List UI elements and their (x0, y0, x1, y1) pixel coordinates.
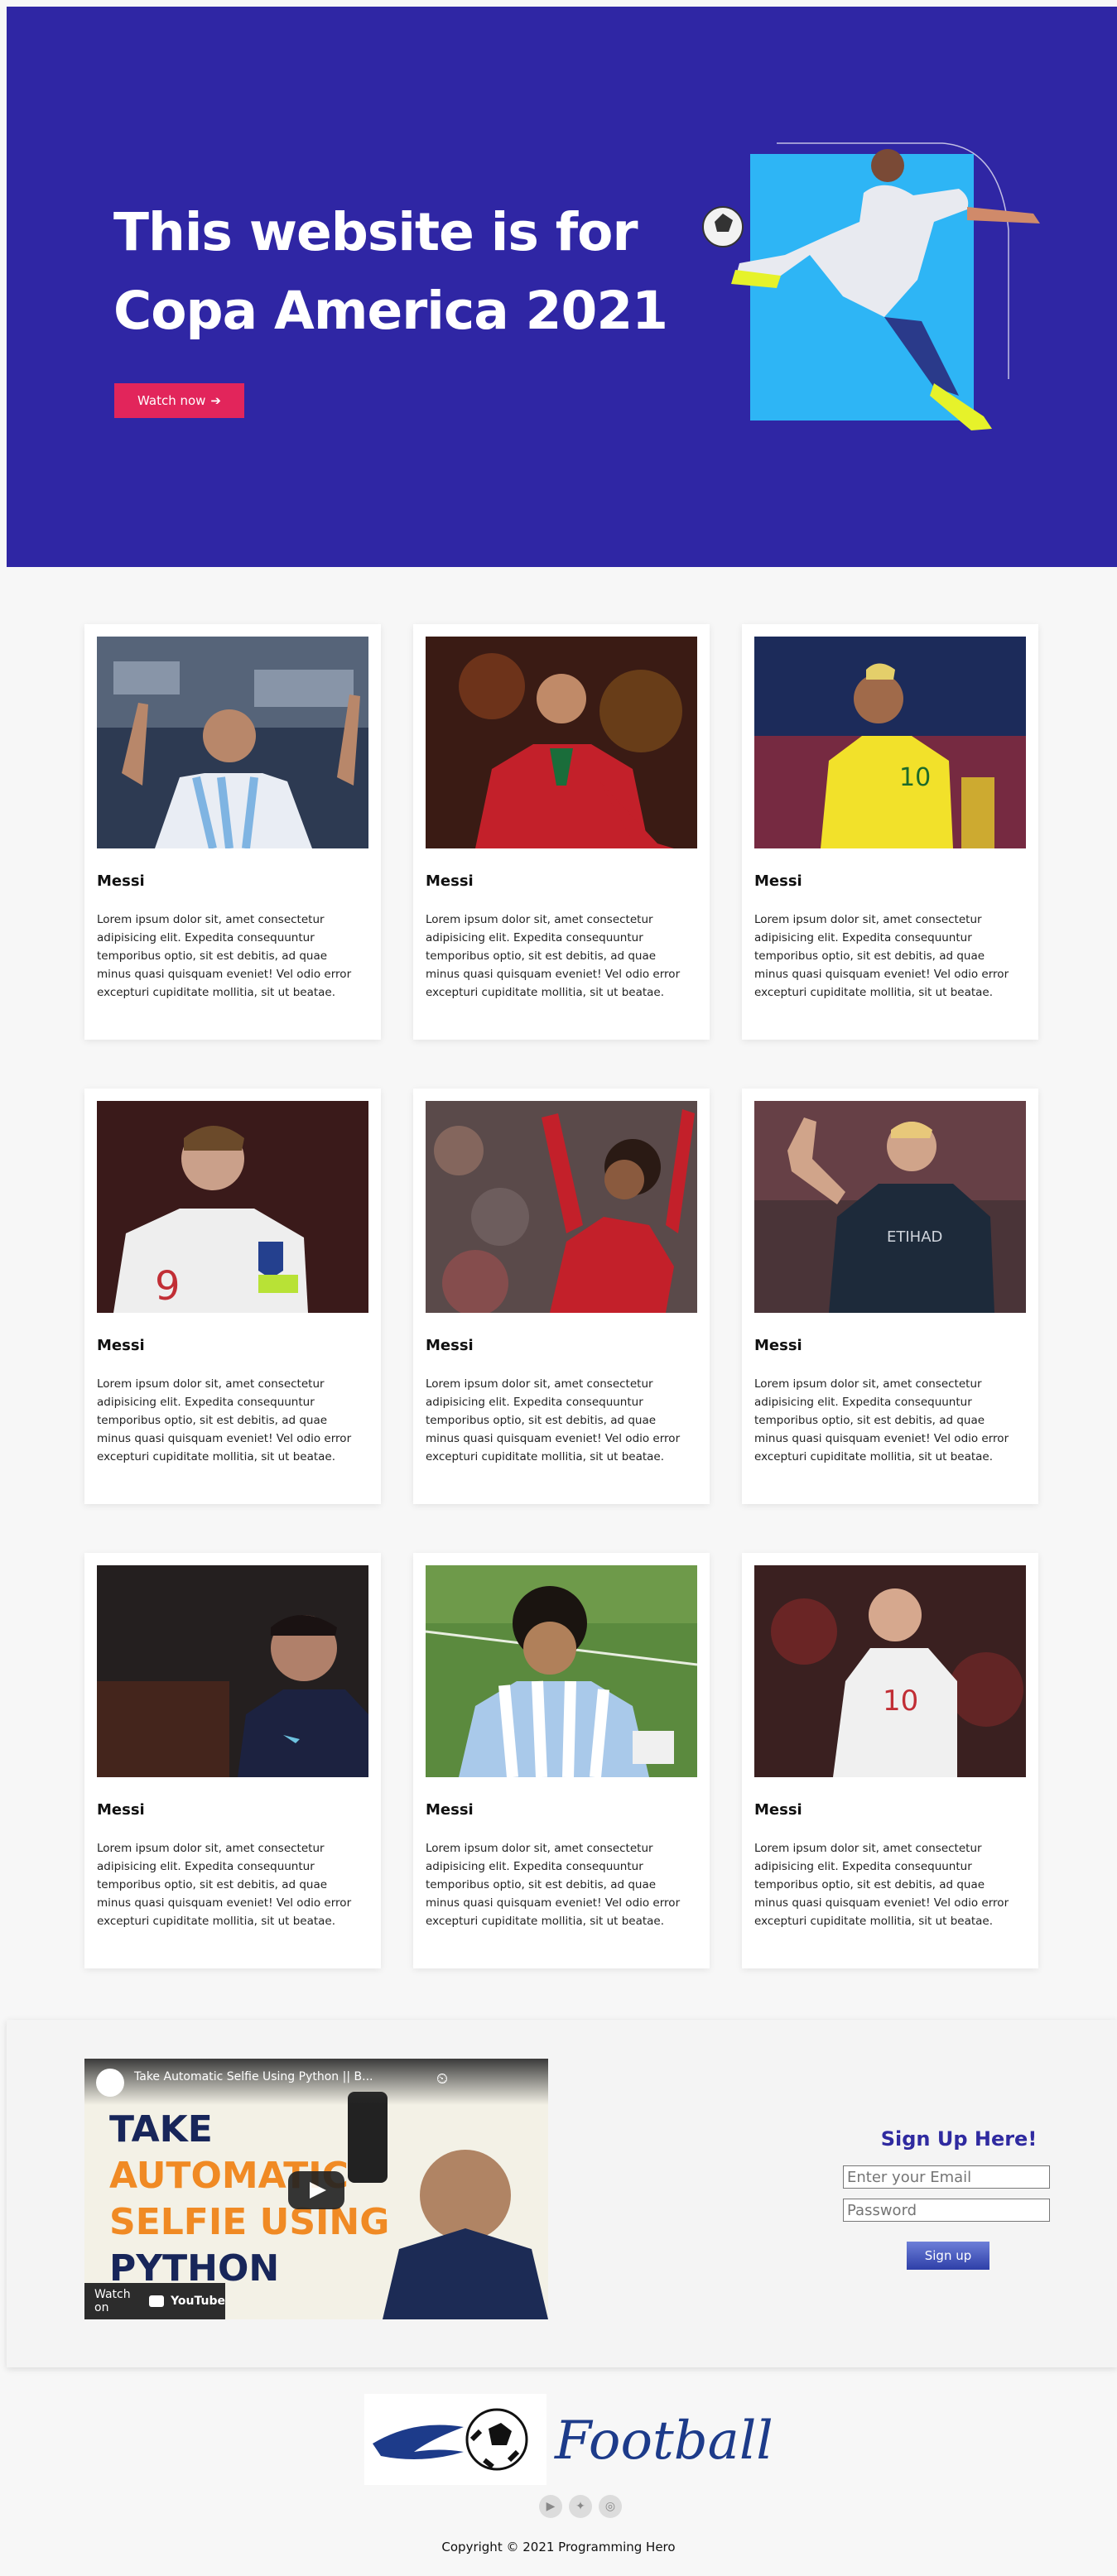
signup-section: Take Automatic Selfie Using Python || B.… (7, 2020, 1117, 2367)
svg-text:ETIHAD: ETIHAD (887, 1228, 942, 1246)
player-card[interactable]: Messi Lorem ipsum dolor sit, amet consec… (84, 1553, 381, 1968)
svg-text:10: 10 (899, 763, 931, 792)
player-name: Messi (754, 1337, 802, 1354)
player-description: Lorem ipsum dolor sit, amet consectetur … (754, 1377, 1009, 1463)
player-name: Messi (97, 872, 145, 890)
player-card[interactable]: ETIHAD Messi Lorem ipsum dolor sit, amet… (742, 1089, 1038, 1504)
player-description: Lorem ipsum dolor sit, amet consectetur … (426, 913, 681, 999)
player-card[interactable]: 10 Messi Lorem ipsum dolor sit, amet con… (742, 624, 1038, 1040)
hero-title: This website is for Copa America 2021 (113, 193, 710, 350)
svg-text:9: 9 (155, 1263, 181, 1310)
video-headline-line3: SELFIE USING (109, 2201, 390, 2243)
player-photo (426, 1101, 697, 1313)
hero-section: This website is for Copa America 2021 Wa… (7, 7, 1117, 567)
youtube-icon (149, 2295, 165, 2307)
player-card[interactable]: Messi Lorem ipsum dolor sit, amet consec… (413, 624, 710, 1040)
football-logo: Football (364, 2394, 773, 2485)
video-headline-line1: TAKE (109, 2108, 213, 2151)
player-photo (97, 637, 368, 848)
player-photo: 10 (754, 1565, 1026, 1777)
youtube-label: YouTube (171, 2295, 225, 2308)
player-photo (97, 1565, 368, 1777)
logo-text: Football (555, 2410, 773, 2472)
player-description: Lorem ipsum dolor sit, amet consectetur … (97, 913, 352, 999)
soccer-ball-icon (364, 2394, 546, 2485)
player-name: Messi (426, 1337, 474, 1354)
player-card[interactable]: Messi Lorem ipsum dolor sit, amet consec… (413, 1553, 710, 1968)
player-photo (426, 637, 697, 848)
watch-now-label: Watch now (137, 393, 206, 408)
player-name: Messi (754, 1801, 802, 1819)
player-description: Lorem ipsum dolor sit, amet consectetur … (754, 1842, 1009, 1928)
twitter-icon[interactable]: ✦ (569, 2495, 592, 2518)
play-icon[interactable] (288, 2171, 344, 2209)
player-card[interactable]: 9 Messi Lorem ipsum dolor sit, amet cons… (84, 1089, 381, 1504)
youtube-icon[interactable]: ▶ (539, 2495, 562, 2518)
player-name: Messi (97, 1801, 145, 1819)
player-card[interactable]: 10 Messi Lorem ipsum dolor sit, amet con… (742, 1553, 1038, 1968)
signup-button[interactable]: Sign up (907, 2242, 989, 2270)
video-headline: TAKE AUTOMATIC SELFIE USING PYTHON (109, 2107, 389, 2292)
player-photo: ETIHAD (754, 1101, 1026, 1313)
player-photo (426, 1565, 697, 1777)
hero-player-illustration (702, 142, 1040, 430)
email-field[interactable] (843, 2165, 1050, 2189)
watch-on-youtube-button[interactable]: Watch on YouTube (84, 2283, 225, 2319)
signup-title: Sign Up Here! (880, 2127, 1038, 2151)
hero-title-line1: This website is for (113, 202, 638, 262)
password-field[interactable] (843, 2199, 1050, 2222)
video-title[interactable]: Take Automatic Selfie Using Python || B.… (134, 2070, 373, 2083)
hero-title-line2: Copa America 2021 (113, 281, 668, 341)
channel-avatar[interactable] (96, 2069, 124, 2097)
player-name: Messi (426, 1801, 474, 1819)
player-name: Messi (97, 1337, 145, 1354)
player-name: Messi (426, 872, 474, 890)
video-embed[interactable]: Take Automatic Selfie Using Python || B.… (84, 2059, 548, 2319)
svg-text:10: 10 (883, 1684, 918, 1718)
player-photo: 9 (97, 1101, 368, 1313)
player-card[interactable]: Messi Lorem ipsum dolor sit, amet consec… (413, 1089, 710, 1504)
player-description: Lorem ipsum dolor sit, amet consectetur … (426, 1377, 681, 1463)
watch-on-label: Watch on (94, 2288, 131, 2314)
player-description: Lorem ipsum dolor sit, amet consectetur … (754, 913, 1009, 999)
watch-now-button[interactable]: Watch now ➔ (114, 383, 244, 418)
copyright-text: Copyright © 2021 Programming Hero (441, 2540, 676, 2554)
player-card[interactable]: Messi Lorem ipsum dolor sit, amet consec… (84, 624, 381, 1040)
social-links: ▶ ✦ ◎ (539, 2495, 622, 2518)
clock-icon[interactable]: ⏲ (436, 2070, 448, 2088)
player-photo: 10 (754, 637, 1026, 848)
player-description: Lorem ipsum dolor sit, amet consectetur … (97, 1842, 352, 1928)
player-name: Messi (754, 872, 802, 890)
player-description: Lorem ipsum dolor sit, amet consectetur … (97, 1377, 352, 1463)
arrow-right-icon: ➔ (210, 393, 221, 408)
instagram-icon[interactable]: ◎ (599, 2495, 622, 2518)
player-description: Lorem ipsum dolor sit, amet consectetur … (426, 1842, 681, 1928)
